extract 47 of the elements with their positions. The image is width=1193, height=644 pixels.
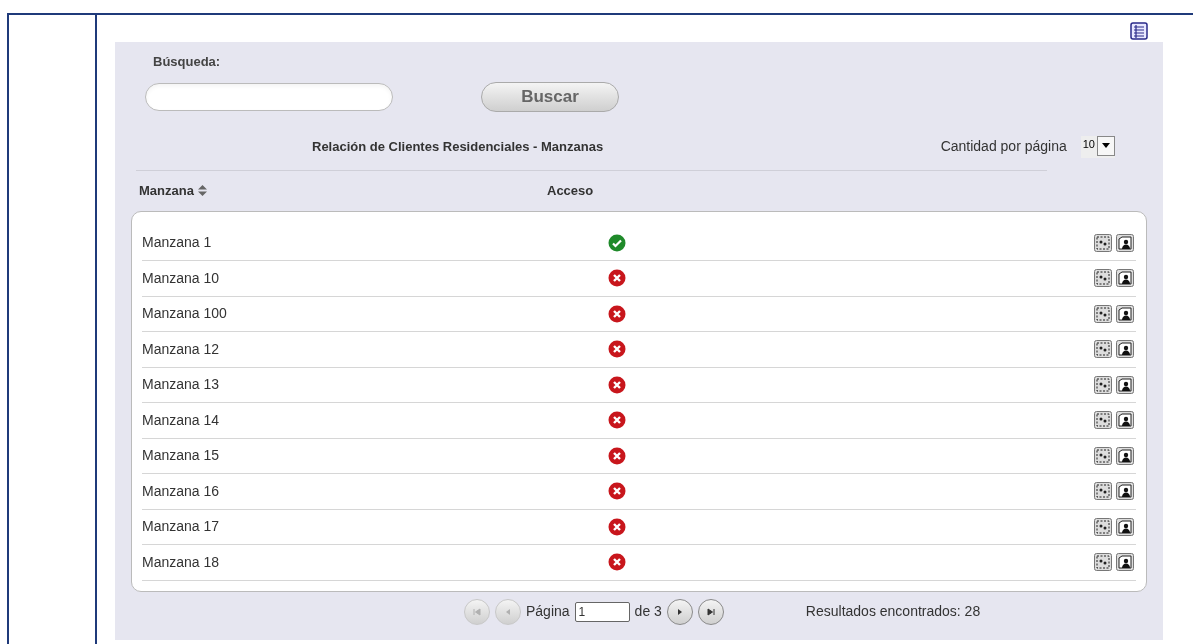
search-button[interactable]: Buscar [481, 81, 619, 112]
results-count: Resultados encontrados: 28 [805, 602, 981, 621]
person-icon[interactable] [1116, 340, 1134, 359]
table-cell-text: Manzana 100 [142, 304, 228, 324]
search-label: Búsqueda: [153, 53, 222, 71]
page-field[interactable]: 1 [574, 601, 630, 622]
table-cell-text: Manzana 15 [142, 446, 221, 466]
table-cell-text: Manzana 18 [142, 552, 221, 572]
person-icon[interactable] [1116, 375, 1134, 394]
map-icon[interactable] [1094, 482, 1112, 501]
caret-icon [1102, 143, 1110, 148]
search-field[interactable] [145, 82, 393, 111]
table-cell-text: Manzana 10 [142, 268, 221, 288]
map-icon[interactable] [1094, 304, 1112, 323]
table-cell-text: Manzana 12 [142, 339, 221, 359]
map-icon[interactable] [1094, 340, 1112, 359]
person-icon[interactable] [1116, 304, 1134, 323]
map-icon[interactable] [1094, 375, 1112, 394]
last-page-button[interactable] [697, 598, 724, 625]
map-icon[interactable] [1094, 446, 1112, 465]
list-icon[interactable] [1130, 22, 1148, 40]
person-icon[interactable] [1116, 233, 1134, 252]
map-icon[interactable] [1094, 411, 1112, 430]
map-icon[interactable] [1094, 553, 1112, 572]
first-arrow-icon [471, 605, 483, 618]
column-header: Acceso [547, 181, 594, 200]
person-icon[interactable] [1116, 482, 1134, 501]
map-icon[interactable] [1094, 269, 1112, 288]
last-arrow-icon [704, 605, 717, 618]
page-size-dropdown[interactable]: 10 [1080, 135, 1115, 158]
page-label: Página [526, 602, 570, 621]
table-cell-text: Manzana 13 [142, 375, 221, 395]
map-icon[interactable] [1094, 233, 1112, 252]
person-icon[interactable] [1116, 446, 1134, 465]
person-icon[interactable] [1116, 411, 1134, 430]
page-size-label: Cantidad por página [940, 137, 1067, 156]
person-icon[interactable] [1116, 553, 1134, 572]
person-icon[interactable] [1116, 517, 1134, 536]
page-count: de 3 [634, 602, 662, 621]
table-cell-text: Manzana 16 [142, 481, 221, 501]
map-icon[interactable] [1094, 517, 1112, 536]
column-header[interactable]: Manzana [139, 180, 547, 201]
table-cell-text: Manzana 1 [142, 233, 213, 253]
table-title: Relación de Clientes Residenciales - Manzanas [312, 137, 604, 156]
table-cell-text: Manzana 14 [142, 410, 221, 430]
table-cell-text: Manzana 17 [142, 517, 221, 537]
person-icon[interactable] [1116, 269, 1134, 288]
